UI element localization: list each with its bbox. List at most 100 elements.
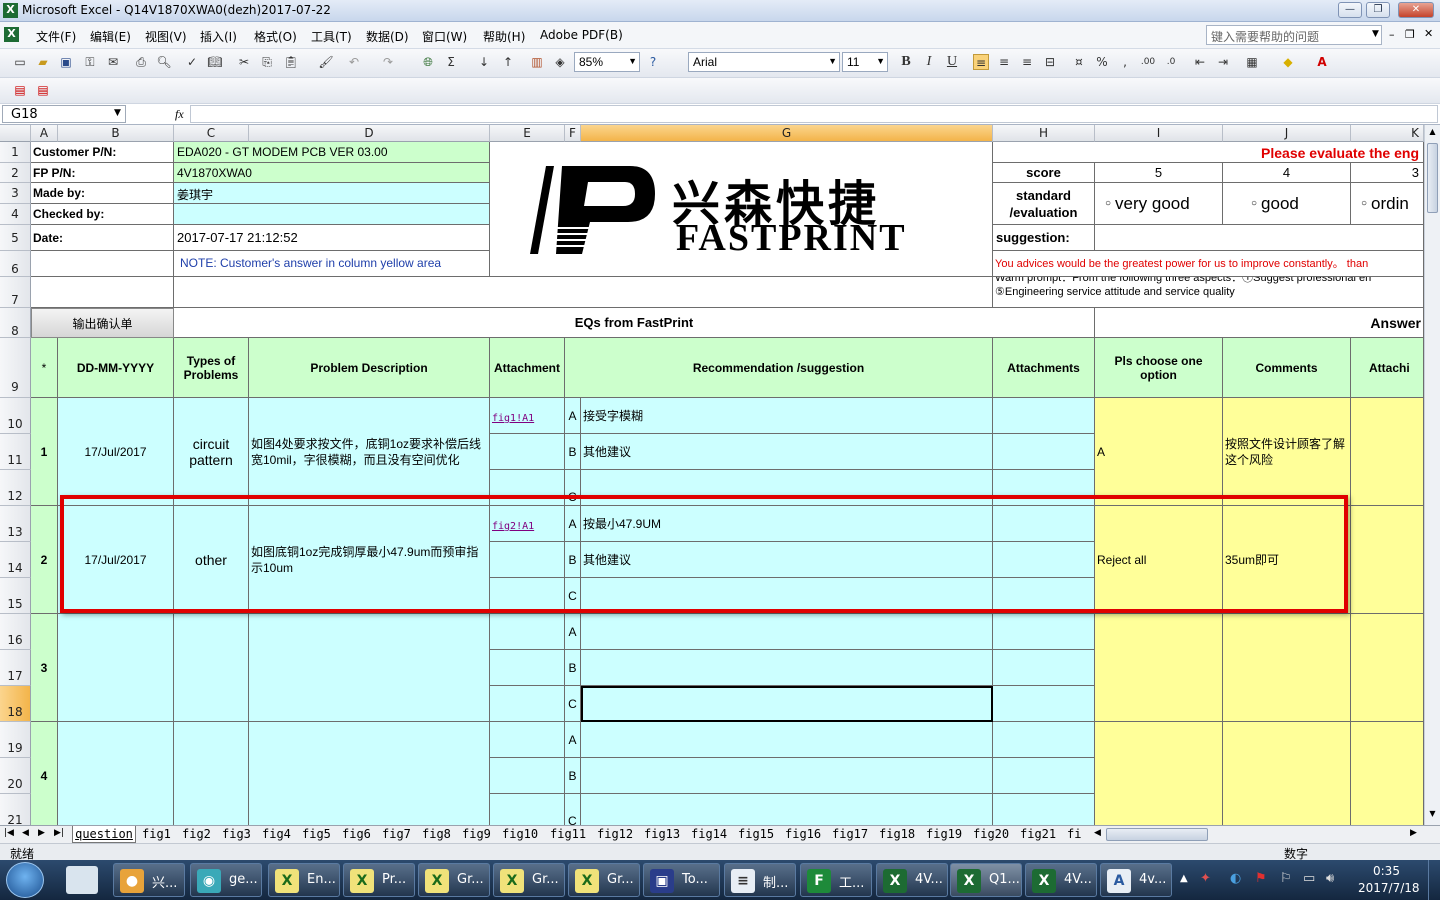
first-sheet-icon[interactable]: |◀ bbox=[4, 828, 14, 838]
sheet-tab[interactable]: fig6 bbox=[342, 826, 371, 843]
scroll-thumb[interactable] bbox=[1427, 143, 1438, 213]
taskbar-item[interactable]: F 工... bbox=[800, 863, 872, 897]
increase-decimal-icon[interactable]: .00 bbox=[1140, 54, 1156, 70]
row-header[interactable]: 15 bbox=[0, 578, 31, 614]
customer-comment[interactable] bbox=[1223, 722, 1351, 825]
sheet-tab[interactable]: fig10 bbox=[502, 826, 538, 843]
sheet-tab[interactable]: fig15 bbox=[738, 826, 774, 843]
align-right-icon[interactable]: ≡ bbox=[1019, 54, 1035, 70]
eq-attachment[interactable] bbox=[490, 434, 565, 470]
close-icon[interactable]: ✕ bbox=[1398, 2, 1434, 18]
restore-icon[interactable]: ❐ bbox=[1366, 2, 1390, 18]
increase-indent-icon[interactable]: ⇥ bbox=[1215, 54, 1231, 70]
chevron-down-icon[interactable]: ▼ bbox=[114, 108, 121, 118]
paste-icon[interactable]: 📋︎ bbox=[283, 54, 299, 70]
radio-good[interactable]: ○ good bbox=[1223, 183, 1351, 225]
row-header[interactable]: 11 bbox=[0, 434, 31, 470]
radio-very-good[interactable]: ○ very good bbox=[1095, 183, 1223, 225]
column-header-selected[interactable]: G bbox=[581, 125, 993, 142]
customer-comment[interactable] bbox=[1223, 614, 1351, 722]
calculator-icon[interactable] bbox=[66, 866, 98, 894]
customer-attachment[interactable] bbox=[1351, 398, 1424, 506]
taskbar-item[interactable]: ◉ ge... bbox=[190, 863, 262, 897]
attachments-cell[interactable] bbox=[993, 686, 1095, 722]
fig-link[interactable]: fig1!A1 bbox=[492, 413, 534, 424]
attachments-cell[interactable] bbox=[993, 722, 1095, 758]
attachments-cell[interactable] bbox=[993, 650, 1095, 686]
taskbar-item[interactable]: X Gr... bbox=[568, 863, 640, 897]
vertical-scrollbar[interactable]: ▲ ▼ bbox=[1424, 125, 1440, 825]
tray-app-icon[interactable]: ✦ bbox=[1200, 871, 1211, 886]
option-c-text[interactable] bbox=[581, 794, 993, 825]
row-header[interactable]: 12 bbox=[0, 470, 31, 506]
copy-icon[interactable]: ⎘ bbox=[259, 54, 275, 70]
row-header[interactable]: 16 bbox=[0, 614, 31, 650]
taskbar-item[interactable]: X 4V... bbox=[876, 863, 948, 897]
help-icon[interactable]: ? bbox=[645, 54, 661, 70]
sheet-tab[interactable]: fig16 bbox=[785, 826, 821, 843]
sheet-tab[interactable]: fig3 bbox=[222, 826, 251, 843]
clock-date[interactable]: 2017/7/18 bbox=[1358, 881, 1420, 895]
select-all-corner[interactable] bbox=[0, 125, 31, 142]
column-header[interactable]: E bbox=[490, 125, 565, 142]
help-dropdown-icon[interactable]: ▼ bbox=[1372, 29, 1379, 39]
doc-close-icon[interactable]: ✕ bbox=[1424, 27, 1433, 40]
sheet-tab[interactable]: fig12 bbox=[597, 826, 633, 843]
sheet-tab-question[interactable]: question bbox=[72, 826, 136, 843]
column-header[interactable]: H bbox=[993, 125, 1095, 142]
workbook-icon[interactable]: X bbox=[4, 27, 19, 42]
fill-color-icon[interactable]: ◆ bbox=[1280, 54, 1296, 70]
row-header[interactable]: 7 bbox=[0, 277, 31, 308]
option-a-text[interactable] bbox=[581, 722, 993, 758]
sheet-tab[interactable]: fi bbox=[1067, 826, 1081, 843]
checked-by-value[interactable] bbox=[174, 204, 490, 225]
output-confirmation-button[interactable]: 输出确认单 bbox=[31, 308, 174, 338]
menu-format[interactable]: 格式(O) bbox=[254, 28, 297, 45]
drawing-icon[interactable]: ◈ bbox=[552, 54, 568, 70]
eq-problem[interactable]: 如图4处要求按文件，底铜1oz要求补偿后线宽10mil，字很模糊，而且没有空间优… bbox=[249, 398, 490, 506]
radio-icon[interactable]: ○ bbox=[1251, 198, 1257, 209]
column-header[interactable]: B bbox=[58, 125, 174, 142]
formula-input[interactable] bbox=[190, 105, 1438, 123]
sheet-tab[interactable]: fig1 bbox=[142, 826, 171, 843]
hscroll-right-icon[interactable]: ▶ bbox=[1410, 828, 1417, 838]
empty-cell[interactable] bbox=[174, 277, 993, 308]
doc-minimize-icon[interactable]: – bbox=[1389, 28, 1395, 41]
eq-date[interactable] bbox=[58, 614, 174, 722]
taskbar-item[interactable]: ≡ 制... bbox=[724, 863, 796, 897]
option-a-text[interactable]: 接受字模糊 bbox=[581, 398, 993, 434]
sheet-tab[interactable]: fig4 bbox=[262, 826, 291, 843]
attachments-cell[interactable] bbox=[993, 434, 1095, 470]
taskbar-item[interactable]: X Pr... bbox=[343, 863, 415, 897]
eq-date[interactable] bbox=[58, 722, 174, 825]
print-icon[interactable]: ⎙ bbox=[133, 54, 149, 70]
autosum-icon[interactable]: Σ bbox=[443, 54, 459, 70]
date-value[interactable]: 2017-07-17 21:12:52 bbox=[174, 225, 490, 251]
customer-comment[interactable]: 按照文件设计顾客了解这个风险 bbox=[1223, 398, 1351, 506]
undo-icon[interactable]: ↶ bbox=[346, 54, 362, 70]
network-icon[interactable]: ▭ bbox=[1303, 871, 1315, 886]
print-preview-icon[interactable]: 🔍︎ bbox=[156, 54, 172, 70]
tray-expand-icon[interactable]: ▲ bbox=[1180, 873, 1188, 884]
redo-icon[interactable]: ↷ bbox=[380, 54, 396, 70]
row-header[interactable]: 9 bbox=[0, 338, 31, 398]
scroll-down-icon[interactable]: ▼ bbox=[1426, 809, 1439, 823]
column-header[interactable]: A bbox=[31, 125, 58, 142]
currency-icon[interactable]: ¤ bbox=[1071, 54, 1087, 70]
column-header[interactable]: D bbox=[249, 125, 490, 142]
menu-view[interactable]: 视图(V) bbox=[145, 28, 187, 45]
sheet-tab[interactable]: fig11 bbox=[550, 826, 586, 843]
align-left-icon[interactable]: ≡ bbox=[973, 54, 989, 70]
column-header[interactable]: I bbox=[1095, 125, 1223, 142]
eq-attachment[interactable] bbox=[490, 794, 565, 825]
sheet-tab[interactable]: fig14 bbox=[691, 826, 727, 843]
row-header[interactable]: 1 bbox=[0, 142, 31, 163]
borders-icon[interactable]: ▦ bbox=[1244, 54, 1260, 70]
attachments-cell[interactable] bbox=[993, 794, 1095, 825]
next-sheet-icon[interactable]: ▶ bbox=[38, 828, 45, 838]
taskbar-item-active[interactable]: X Q1... bbox=[950, 863, 1022, 897]
suggestion-input[interactable] bbox=[1095, 225, 1424, 251]
sort-descending-icon[interactable]: ↑ bbox=[500, 54, 516, 70]
eq-attachment[interactable] bbox=[490, 650, 565, 686]
row-header[interactable]: 10 bbox=[0, 398, 31, 434]
